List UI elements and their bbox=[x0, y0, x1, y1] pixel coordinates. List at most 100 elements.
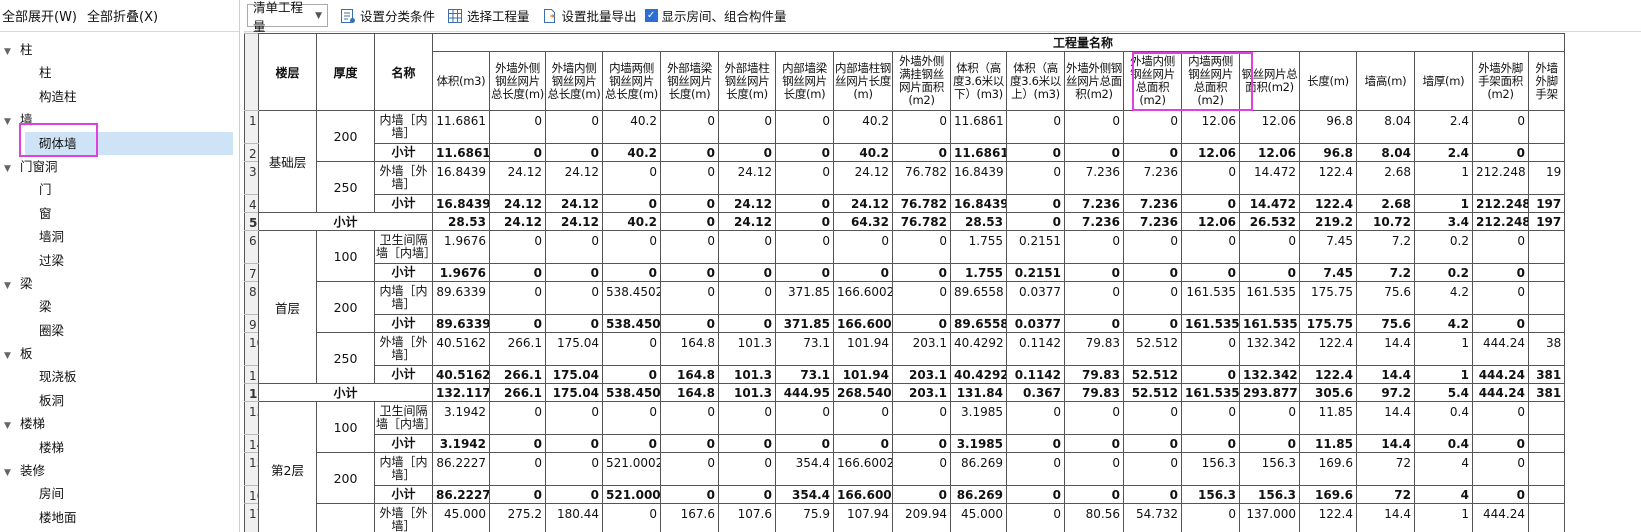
column-header-qty[interactable]: 外墙外侧钢丝网片总面积(m2) bbox=[1064, 51, 1124, 111]
qty-cell[interactable]: 0 bbox=[1472, 263, 1529, 282]
table-row[interactable]: 1 基础层 200 内墙［内墙］ 11.6861 0 0 40.2 0 0 0 40.2 0 11.686… bbox=[244, 110, 1566, 213]
qty-cell[interactable] bbox=[1527, 401, 1566, 435]
qty-cell[interactable]: 0 bbox=[1123, 314, 1182, 333]
qty-cell[interactable]: 11.6861 bbox=[432, 143, 490, 162]
qty-cell[interactable]: 75.6 bbox=[1356, 281, 1415, 315]
qty-cell[interactable]: 0 bbox=[1123, 230, 1182, 264]
qty-cell[interactable]: 381 bbox=[1527, 383, 1566, 402]
qty-cell[interactable]: 14.4 bbox=[1356, 365, 1415, 384]
qty-cell[interactable]: 1 bbox=[1414, 332, 1473, 366]
qty-cell[interactable]: 266.1 bbox=[489, 383, 546, 402]
qty-cell[interactable]: 137.000 bbox=[1239, 503, 1300, 532]
qty-cell[interactable]: 0 bbox=[545, 434, 603, 453]
tree-item[interactable]: 构造柱 bbox=[0, 85, 240, 108]
qty-cell[interactable]: 40.2 bbox=[833, 143, 893, 162]
qty-cell[interactable]: 203.1 bbox=[892, 332, 951, 366]
qty-cell[interactable]: 161.535 bbox=[1181, 383, 1240, 402]
qty-cell[interactable]: 12.06 bbox=[1239, 110, 1300, 144]
qty-cell[interactable]: 7.2 bbox=[1356, 263, 1415, 282]
qty-cell[interactable]: 28.53 bbox=[432, 212, 490, 231]
qty-cell[interactable]: 0 bbox=[775, 194, 834, 213]
qty-cell[interactable]: 0 bbox=[833, 263, 893, 282]
qty-cell[interactable]: 0.1142 bbox=[1006, 365, 1065, 384]
qty-cell[interactable]: 293.877 bbox=[1239, 383, 1300, 402]
qty-cell[interactable]: 28.53 bbox=[950, 212, 1007, 231]
column-header-qty[interactable]: 内部墙梁钢丝网片长度(m) bbox=[775, 51, 834, 111]
qty-cell[interactable]: 197 bbox=[1527, 212, 1566, 231]
column-header-qty[interactable]: 钢丝网片总面积(m2) bbox=[1239, 51, 1300, 111]
qty-cell[interactable]: 444.24 bbox=[1472, 365, 1529, 384]
qty-cell[interactable]: 0.0377 bbox=[1006, 281, 1065, 315]
qty-cell[interactable] bbox=[1527, 110, 1566, 144]
qty-cell[interactable]: 0 bbox=[775, 143, 834, 162]
qty-cell[interactable]: 0 bbox=[660, 194, 719, 213]
qty-cell[interactable]: 0 bbox=[833, 401, 893, 435]
qty-cell[interactable]: 0 bbox=[602, 503, 661, 532]
qty-cell[interactable]: 0 bbox=[1123, 281, 1182, 315]
qty-cell[interactable]: 0 bbox=[775, 263, 834, 282]
qty-cell[interactable]: 7.236 bbox=[1123, 194, 1182, 213]
qty-cell[interactable]: 16.8439 bbox=[950, 194, 1007, 213]
qty-cell[interactable]: 0 bbox=[660, 230, 719, 264]
qty-cell[interactable]: 2.68 bbox=[1356, 161, 1415, 195]
collapse-all-button[interactable]: 全部折叠(X) bbox=[87, 6, 158, 25]
qty-cell[interactable]: 354.4 bbox=[775, 452, 834, 486]
qty-cell[interactable] bbox=[1527, 314, 1566, 333]
qty-cell[interactable]: 96.8 bbox=[1299, 143, 1357, 162]
qty-cell[interactable] bbox=[1527, 434, 1566, 453]
column-header-qty[interactable]: 外部墙柱钢丝网片长度(m) bbox=[718, 51, 776, 111]
qty-cell[interactable]: 0.2151 bbox=[1006, 263, 1065, 282]
qty-cell[interactable]: 0 bbox=[602, 230, 661, 264]
qty-cell[interactable]: 3.1985 bbox=[950, 434, 1007, 453]
qty-cell[interactable]: 275.2 bbox=[489, 503, 546, 532]
qty-cell[interactable]: 132.342 bbox=[1239, 365, 1300, 384]
qty-cell[interactable]: 161.535 bbox=[1181, 281, 1240, 315]
qty-cell[interactable]: 0 bbox=[1064, 434, 1124, 453]
qty-cell[interactable]: 107.94 bbox=[833, 503, 893, 532]
tree-item[interactable]: 门 bbox=[0, 178, 240, 201]
qty-cell[interactable]: 14.4 bbox=[1356, 503, 1415, 532]
qty-cell[interactable]: 0 bbox=[833, 230, 893, 264]
qty-cell[interactable]: 0 bbox=[602, 401, 661, 435]
qty-cell[interactable]: 164.8 bbox=[660, 332, 719, 366]
qty-cell[interactable]: 0 bbox=[1472, 434, 1529, 453]
qty-cell[interactable]: 0 bbox=[489, 401, 546, 435]
qty-cell[interactable]: 0 bbox=[892, 143, 951, 162]
qty-cell[interactable]: 75.6 bbox=[1356, 314, 1415, 333]
qty-cell[interactable]: 4 bbox=[1414, 452, 1473, 486]
qty-cell[interactable]: 0 bbox=[1006, 212, 1065, 231]
qty-cell[interactable]: 0.4 bbox=[1414, 401, 1473, 435]
tree-item[interactable]: 柱 bbox=[0, 61, 240, 84]
qty-cell[interactable]: 0 bbox=[718, 281, 776, 315]
qty-cell[interactable]: 0 bbox=[489, 263, 546, 282]
qty-cell[interactable]: 0 bbox=[489, 314, 546, 333]
qty-cell[interactable]: 209.94 bbox=[892, 503, 951, 532]
qty-cell[interactable]: 7.236 bbox=[1064, 161, 1124, 195]
qty-cell[interactable]: 521.0002 bbox=[602, 452, 661, 486]
qty-cell[interactable]: 11.6861 bbox=[950, 110, 1007, 144]
qty-cell[interactable]: 0 bbox=[892, 230, 951, 264]
qty-cell[interactable]: 79.83 bbox=[1064, 332, 1124, 366]
qty-cell[interactable]: 14.472 bbox=[1239, 161, 1300, 195]
qty-cell[interactable]: 1 bbox=[1414, 194, 1473, 213]
qty-cell[interactable]: 0.1142 bbox=[1006, 332, 1065, 366]
qty-cell[interactable]: 12.06 bbox=[1181, 212, 1240, 231]
qty-cell[interactable]: 0.0377 bbox=[1006, 314, 1065, 333]
tree-category[interactable]: ▼ 装修 bbox=[0, 459, 240, 482]
floor-total-row[interactable]: 12小计132.1177266.1175.04538.4502164.8101.… bbox=[244, 383, 1566, 402]
qty-cell[interactable] bbox=[1527, 230, 1566, 264]
qty-cell[interactable]: 86.2227 bbox=[432, 452, 490, 486]
qty-cell[interactable]: 1 bbox=[1414, 365, 1473, 384]
column-header-qty[interactable]: 外部墙梁钢丝网片长度(m) bbox=[660, 51, 719, 111]
qty-cell[interactable]: 8.04 bbox=[1356, 110, 1415, 144]
table-row[interactable]: 17外墙［外墙］45.000275.2180.440167.6107.675.9… bbox=[244, 503, 1566, 532]
qty-cell[interactable]: 0.367 bbox=[1006, 383, 1065, 402]
collapse-arrow-icon[interactable]: ▼ bbox=[4, 111, 16, 134]
column-header-qty[interactable]: 体积(m3) bbox=[432, 51, 490, 111]
qty-cell[interactable]: 0 bbox=[892, 485, 951, 504]
qty-cell[interactable]: 97.2 bbox=[1356, 383, 1415, 402]
column-header-floor[interactable]: 楼层 bbox=[258, 33, 317, 111]
qty-cell[interactable]: 101.3 bbox=[718, 365, 776, 384]
subtotal-row[interactable]: 7 小计 1.9676 0 0 0 0 0 0 0 0 1.755 0.2151 0 0 0 0 7.45 7.2 0… bbox=[244, 263, 1566, 282]
qty-cell[interactable]: 1.755 bbox=[950, 230, 1007, 264]
